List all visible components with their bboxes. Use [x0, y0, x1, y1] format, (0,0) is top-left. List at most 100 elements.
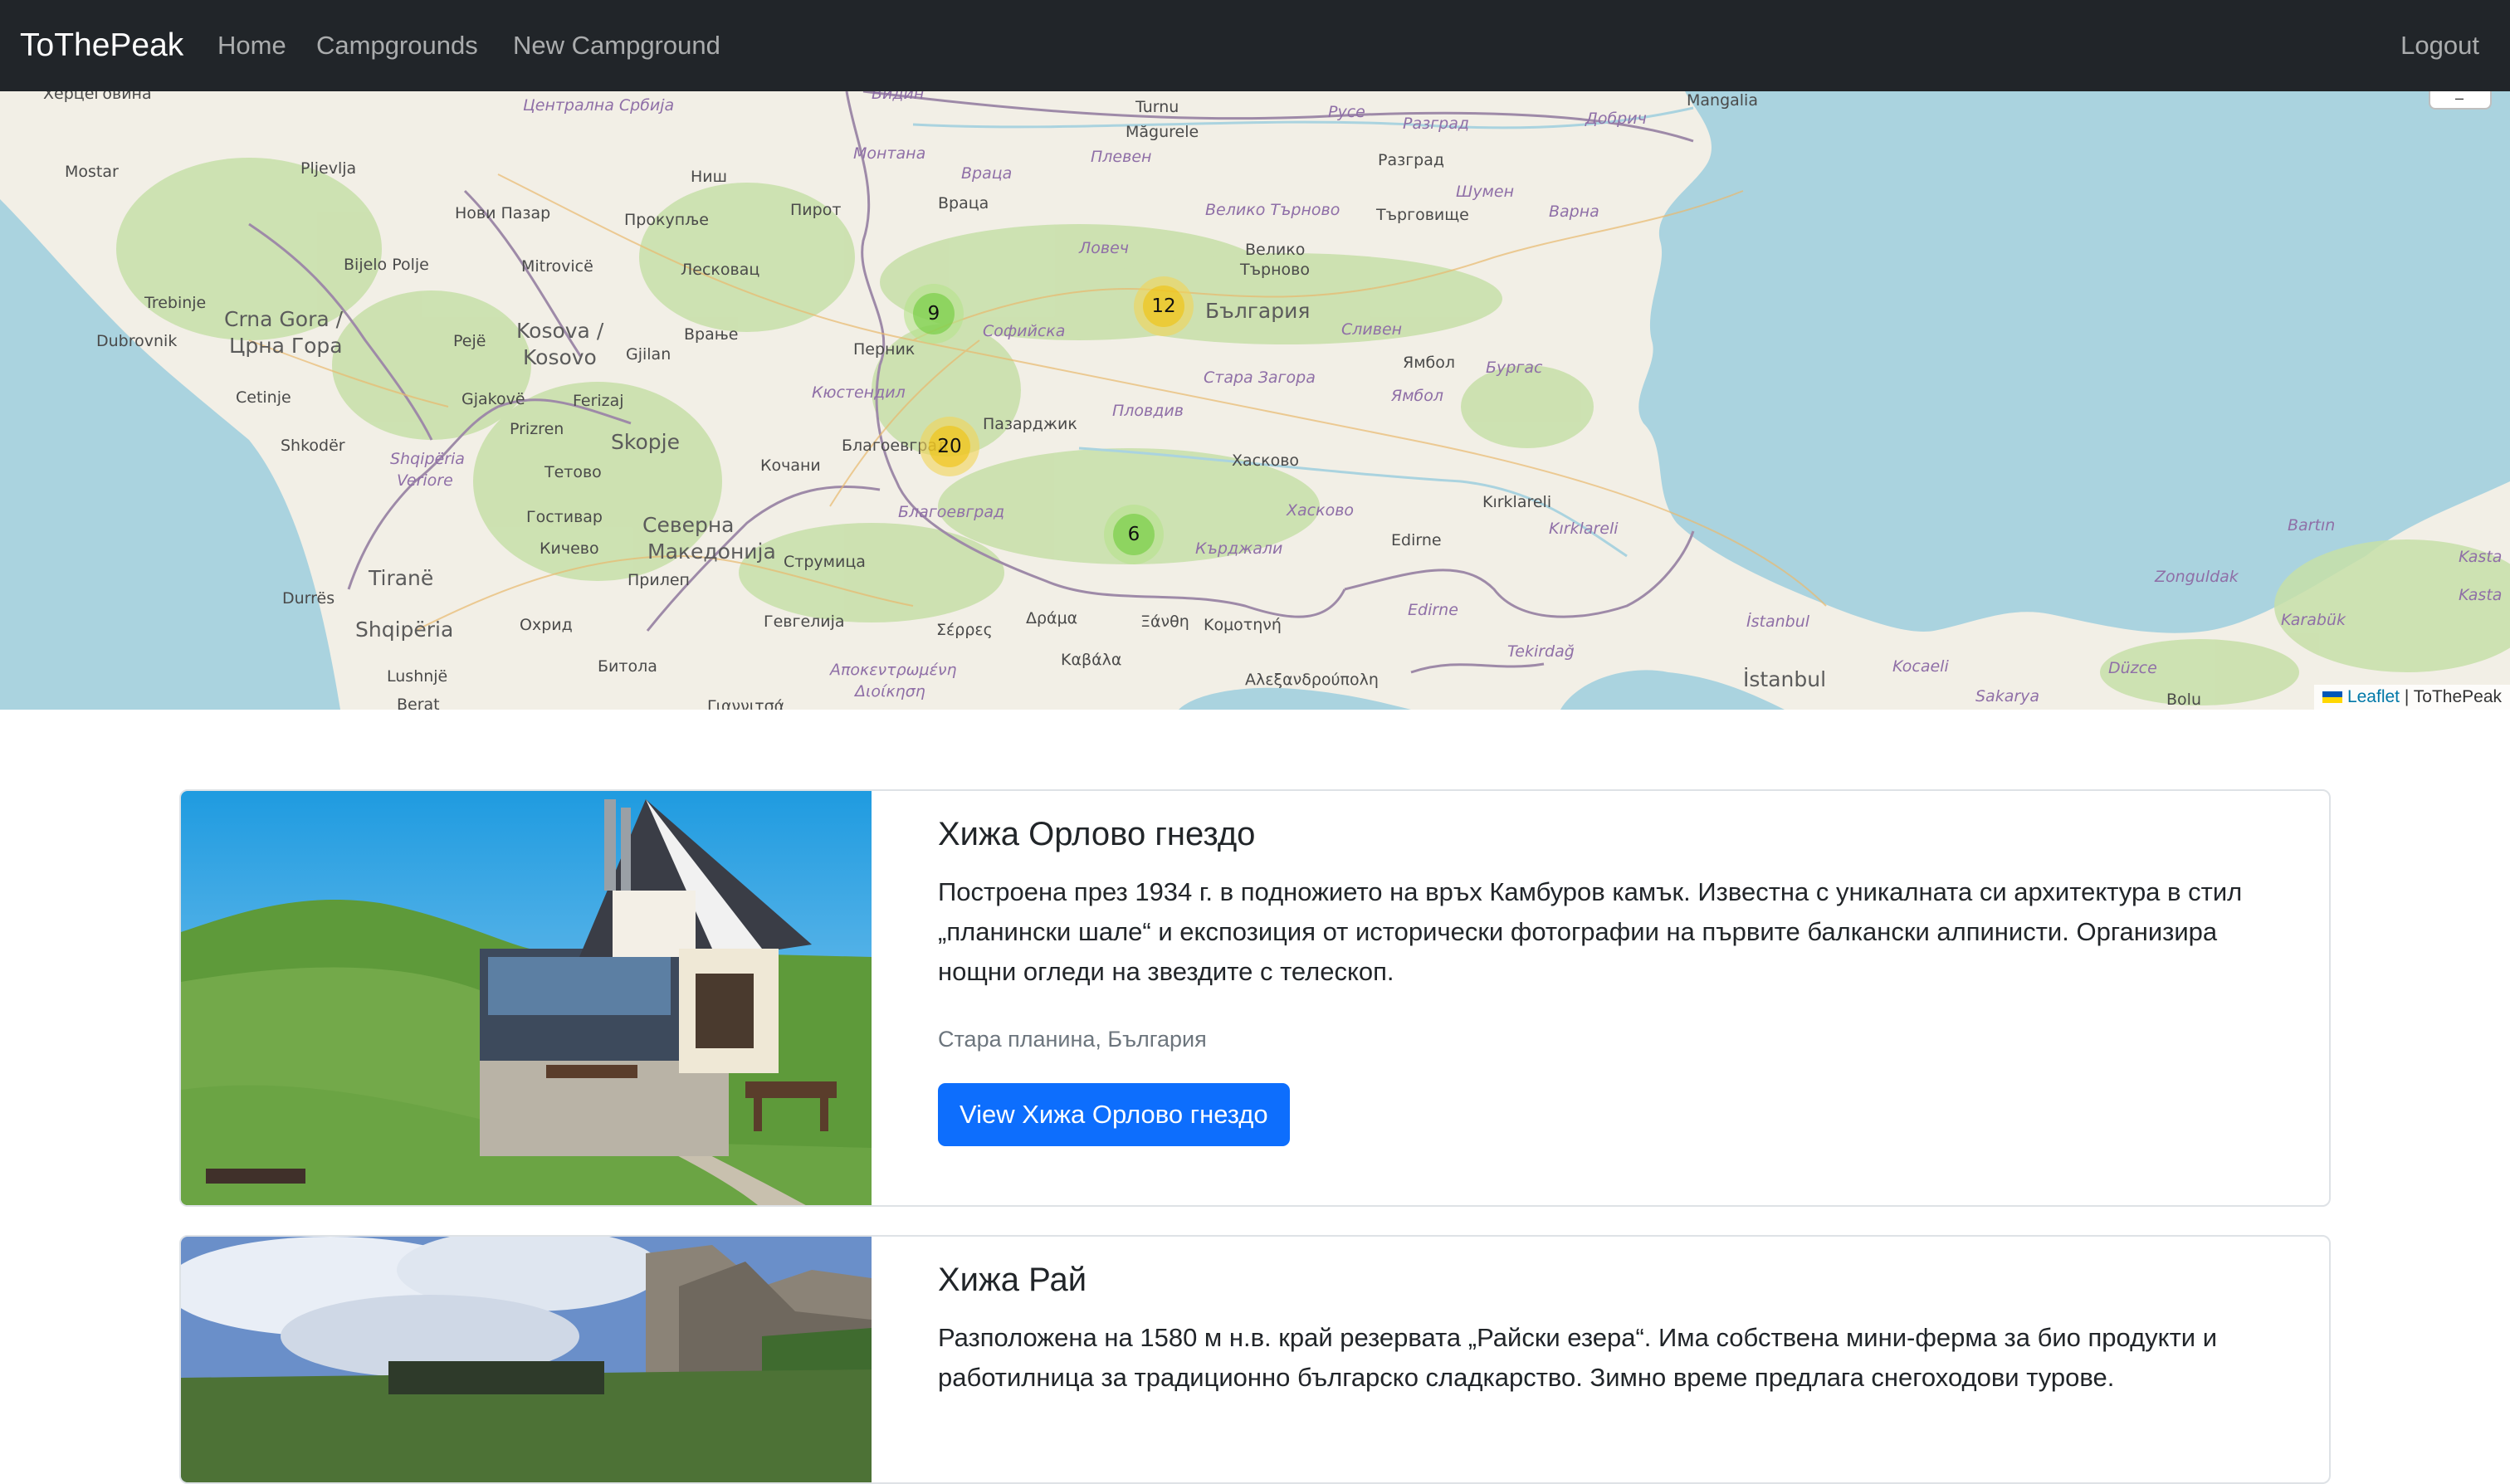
map-label: Edirne [1391, 531, 1442, 549]
zoom-out-button[interactable]: – [2429, 91, 2492, 110]
map-label: Хасково [1232, 452, 1300, 470]
map-label: Велико Търново [1205, 201, 1340, 219]
map-label: Благоевград [898, 503, 1005, 521]
map-label: Кичево [540, 539, 599, 558]
campground-card: Хижа Рай Разположена на 1580 м н.в. край… [179, 1235, 2331, 1484]
map-label: Пловдив [1112, 402, 1184, 420]
map-label: Охрид [520, 616, 573, 634]
map-label: Бургас [1486, 359, 1543, 377]
map-label: Bolu [2166, 691, 2201, 709]
nav-new-campground-link[interactable]: New Campground [513, 0, 720, 91]
map-label: Αποκεντρωμένη [830, 661, 957, 679]
map-label: Καβάλα [1061, 651, 1122, 669]
map-label: Mostar [65, 163, 119, 181]
map-label: Turnu [1135, 98, 1179, 116]
map-label: Стара Загора [1204, 369, 1316, 387]
map-label: Kırklareli [1549, 520, 1619, 538]
cluster-marker[interactable]: 12 [1134, 276, 1194, 336]
map-label: Gjakovë [461, 390, 525, 408]
ukraine-flag-icon [2322, 691, 2342, 703]
logout-link[interactable]: Logout [2400, 0, 2479, 91]
map-label: Битола [598, 657, 657, 676]
map-attribution: Leaflet | ToThePeak [2313, 685, 2510, 710]
map-label: İstanbul [1746, 613, 1810, 631]
map-label: Перник [853, 340, 916, 359]
map-label: Mitrovicë [521, 257, 593, 276]
map-label: Trebinje [144, 294, 207, 312]
map-label: Пирот [790, 201, 842, 219]
map-label: Хасково [1287, 501, 1355, 520]
map-label: Διοίκηση [855, 682, 925, 701]
map-label: Crna Gora / [224, 307, 344, 331]
nav-campgrounds-link[interactable]: Campgrounds [316, 0, 478, 91]
campground-image [181, 1237, 872, 1482]
map-label: Karabük [2281, 611, 2346, 629]
navbar: ToThePeak Home Campgrounds New Campgroun… [0, 0, 2510, 91]
map-label: Kocaeli [1892, 657, 1949, 676]
map-label: Shqipëria [355, 618, 454, 642]
map-label: Гостивар [526, 508, 603, 526]
map-label: Shkodër [281, 437, 345, 455]
map-label: Враца [961, 164, 1013, 183]
map-label: Veriore [397, 471, 453, 490]
map-label: Δράμα [1026, 609, 1078, 627]
map-label: Струмица [784, 553, 866, 571]
view-campground-button[interactable]: View Хижа Орлово гнездо [938, 1083, 1290, 1146]
map-label: Варна [1549, 203, 1599, 221]
map-label: Αλεξανδρούπολη [1245, 671, 1379, 689]
map-label: Лесковац [681, 261, 760, 279]
map-label: Σέρρες [936, 621, 993, 639]
map-label: Македонија [647, 539, 776, 564]
map-label: Bartın [2288, 516, 2336, 535]
map-label: Шумен [1456, 183, 1515, 201]
map-label: Tiranë [369, 566, 434, 590]
brand-link[interactable]: ToThePeak [20, 0, 183, 91]
map-label: Врање [684, 325, 739, 344]
map-label: Kosovo [523, 345, 597, 369]
cluster-marker[interactable]: 20 [920, 417, 979, 476]
map-label: Монтана [853, 144, 926, 163]
map-label: Tekirdağ [1507, 642, 1575, 661]
map-label: Нови Пазар [455, 204, 551, 222]
map-label: Ferizaj [573, 392, 624, 410]
campground-location: Стара планина, България [938, 1027, 1207, 1052]
map-label: Măgurele [1126, 123, 1199, 141]
map-label: Херцеговина [43, 91, 152, 103]
map-label: Edirne [1408, 601, 1458, 619]
map-label: Zonguldak [2155, 568, 2239, 586]
map-label: Търново [1240, 261, 1310, 279]
map-label: Русе [1328, 103, 1365, 121]
map-label: Разград [1378, 151, 1445, 169]
cluster-marker[interactable]: 6 [1104, 505, 1164, 564]
leaflet-link[interactable]: Leaflet [2347, 687, 2400, 706]
map-label: Düzce [2108, 659, 2157, 677]
map-label: Прокупље [624, 211, 709, 229]
map-label: Сливен [1341, 320, 1403, 339]
map-label: Ξάνθη [1140, 613, 1189, 631]
cluster-map[interactable]: – Херцеговина Централна Србија Видин Tur… [0, 91, 2510, 710]
map-label: Велико [1245, 241, 1306, 259]
map-label: Враца [938, 194, 989, 212]
map-label: Kasta [2459, 548, 2503, 566]
map-label: Sakarya [1975, 687, 2040, 705]
map-label: Cetinje [236, 388, 291, 407]
cluster-marker[interactable]: 9 [904, 284, 964, 344]
map-label: İstanbul [1743, 667, 1827, 691]
map-label: Плевен [1091, 148, 1152, 166]
zoom-out-label: – [2455, 91, 2464, 106]
map-label: Разград [1403, 115, 1470, 133]
nav-home-link[interactable]: Home [217, 0, 286, 91]
map-label: Добрич [1585, 110, 1647, 128]
map-label: Црна Гора [229, 334, 343, 358]
cluster-count: 12 [1143, 286, 1184, 327]
map-label: Ниш [691, 168, 728, 186]
map-label: Pljevlja [300, 159, 357, 178]
map-label: Ловеч [1079, 239, 1130, 257]
map-label: Lushnjë [387, 667, 448, 686]
map-label: Bijelo Polje [344, 256, 429, 274]
campground-description: Построена през 1934 г. в подножието на в… [938, 877, 2243, 986]
map-label: Κομοτηνή [1204, 616, 1282, 634]
map-label: Γιαννιτσά [707, 697, 785, 710]
campground-title: Хижа Орлово гнездо [938, 816, 1256, 852]
map-label: Прилеп [628, 571, 690, 589]
